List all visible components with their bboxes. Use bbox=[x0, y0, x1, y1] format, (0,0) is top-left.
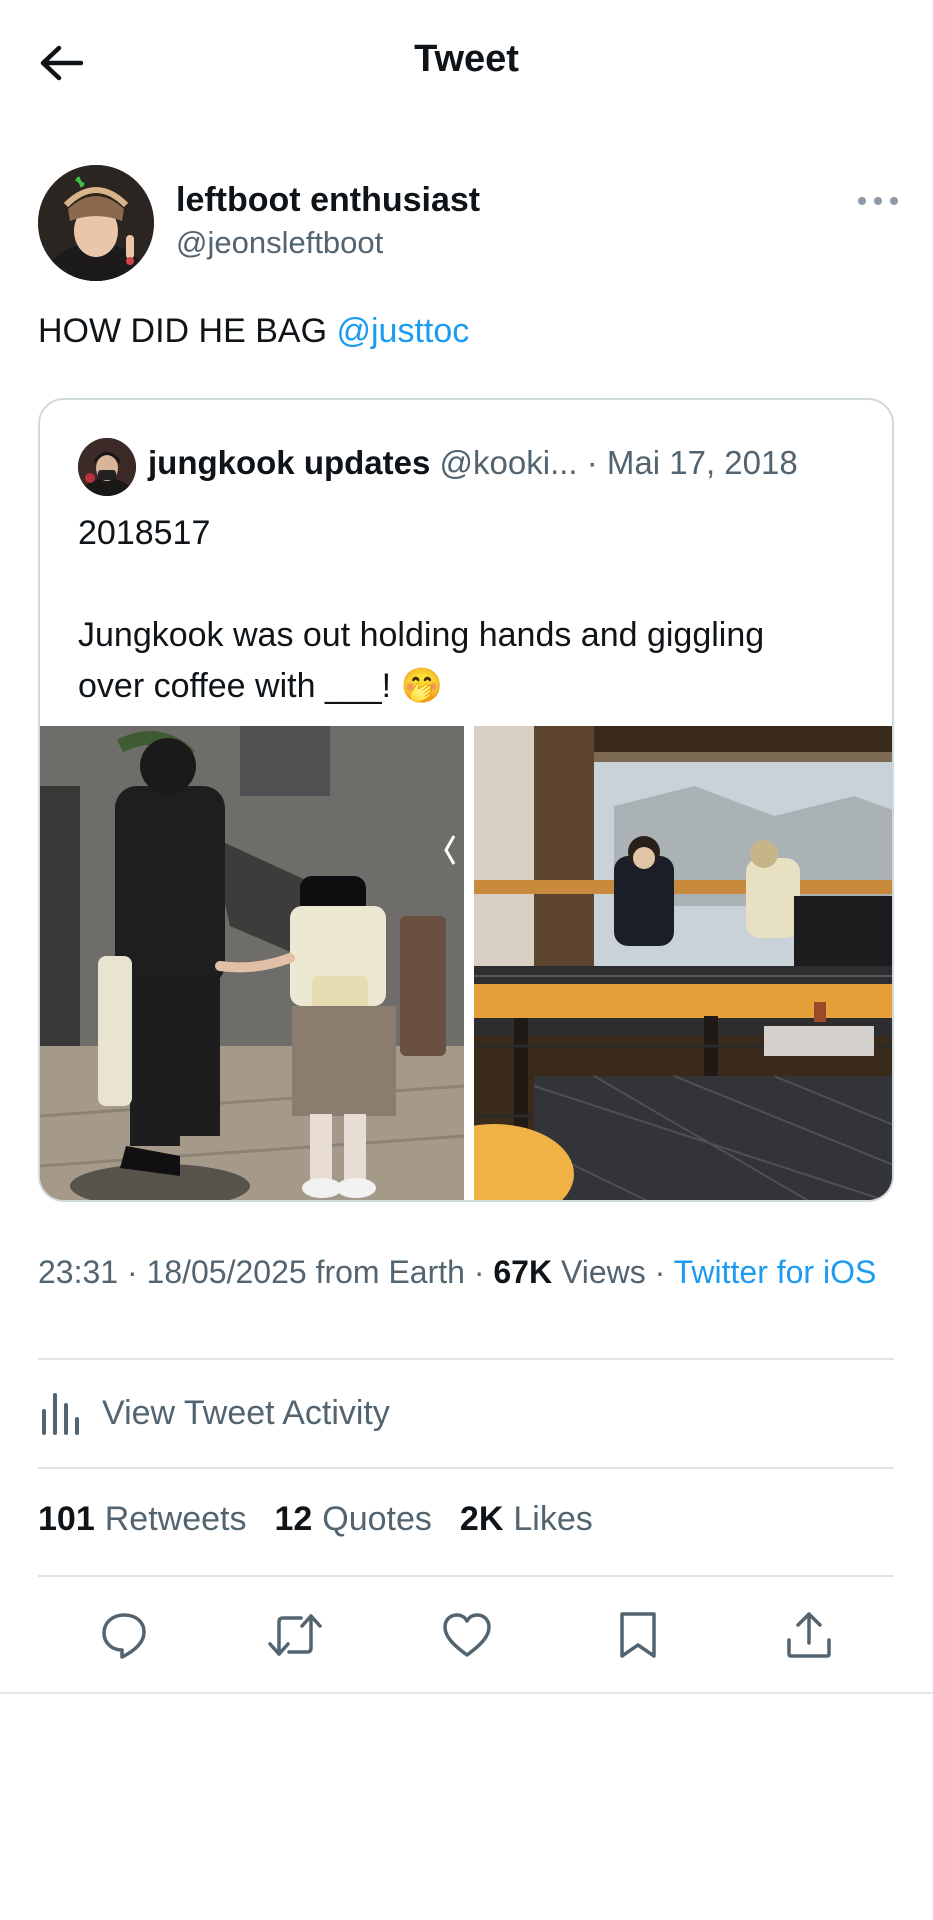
heart-icon bbox=[443, 1613, 491, 1657]
retweet-button[interactable] bbox=[265, 1605, 325, 1665]
tweet-text-body: HOW DID HE BAG bbox=[38, 312, 337, 350]
avatar-image bbox=[38, 165, 154, 281]
page-title: Tweet bbox=[414, 38, 519, 80]
like-button[interactable] bbox=[437, 1605, 497, 1665]
media-gap bbox=[464, 726, 474, 1200]
retweets-count: 101 bbox=[38, 1500, 95, 1538]
bar-chart-icon bbox=[42, 1393, 79, 1435]
reply-button[interactable] bbox=[94, 1605, 154, 1665]
share-icon bbox=[787, 1612, 831, 1658]
section-divider bbox=[0, 1692, 933, 1694]
more-dot-icon bbox=[874, 197, 882, 205]
quoted-tweet-card[interactable]: jungkook updates @kooki... · Mai 17, 201… bbox=[38, 398, 894, 1202]
retweets-stat[interactable]: 101 Retweets bbox=[38, 1500, 246, 1539]
quote-date: Mai 17, 2018 bbox=[606, 444, 798, 481]
tweet-meta: 23:31 · 18/05/2025 from Earth · 67K View… bbox=[38, 1252, 894, 1292]
likes-count: 2K bbox=[459, 1500, 504, 1538]
tweet-timestamp: 23:31 · 18/05/2025 from Earth · bbox=[38, 1254, 494, 1290]
divider bbox=[38, 1358, 894, 1360]
more-options-button[interactable] bbox=[858, 191, 898, 211]
quote-header: jungkook updates @kooki... · Mai 17, 201… bbox=[148, 444, 798, 482]
views-count: 67K bbox=[493, 1254, 553, 1290]
top-bar: Tweet bbox=[0, 0, 933, 130]
quotes-count: 12 bbox=[274, 1500, 313, 1538]
quote-author-handle: @kooki... bbox=[439, 444, 578, 481]
more-dot-icon bbox=[858, 197, 866, 205]
divider bbox=[38, 1467, 894, 1469]
retweets-label: Retweets bbox=[104, 1500, 247, 1538]
likes-stat[interactable]: 2K Likes bbox=[460, 1500, 593, 1539]
quote-text-line: 2018517 bbox=[78, 514, 211, 552]
quote-author-avatar bbox=[78, 438, 136, 496]
reply-icon bbox=[102, 1613, 146, 1659]
media-photo-street[interactable] bbox=[40, 726, 464, 1200]
quote-separator: · bbox=[577, 444, 607, 481]
quotes-stat[interactable]: 12 Quotes bbox=[274, 1500, 431, 1539]
quote-text-line: Jungkook was out holding hands and giggl… bbox=[78, 616, 765, 654]
engagement-stats: 101 Retweets 12 Quotes 2K Likes bbox=[38, 1500, 621, 1539]
source-link[interactable]: Twitter for iOS bbox=[674, 1254, 877, 1290]
share-button[interactable] bbox=[779, 1605, 839, 1665]
tweet-text: HOW DID HE BAG @justtoc bbox=[38, 312, 469, 351]
author-handle[interactable]: @jeonsleftboot bbox=[176, 225, 383, 261]
quote-media bbox=[40, 726, 892, 1200]
tweet-action-bar bbox=[0, 1605, 933, 1665]
author-avatar[interactable] bbox=[38, 165, 154, 281]
quote-text-blank bbox=[78, 559, 868, 610]
likes-label: Likes bbox=[513, 1500, 593, 1538]
cafe-photo bbox=[474, 726, 892, 1200]
view-tweet-activity-label: View Tweet Activity bbox=[102, 1393, 390, 1432]
tweet-author: leftboot enthusiast @jeonsleftboot bbox=[38, 165, 898, 285]
quote-avatar-image bbox=[78, 438, 136, 496]
views-label: Views · bbox=[552, 1254, 674, 1290]
bookmark-icon bbox=[620, 1612, 656, 1658]
bookmark-button[interactable] bbox=[608, 1605, 668, 1665]
mention-link[interactable]: @justtoc bbox=[336, 312, 469, 350]
more-dot-icon bbox=[890, 197, 898, 205]
street-photo bbox=[40, 726, 464, 1200]
media-photo-cafe[interactable] bbox=[474, 726, 892, 1200]
quote-text: 2018517 Jungkook was out holding hands a… bbox=[78, 508, 868, 712]
retweet-icon bbox=[268, 1614, 322, 1656]
quotes-label: Quotes bbox=[322, 1500, 432, 1538]
divider bbox=[38, 1575, 894, 1577]
view-tweet-activity[interactable]: View Tweet Activity bbox=[38, 1390, 390, 1436]
quote-author-name: jungkook updates bbox=[148, 444, 431, 481]
author-name[interactable]: leftboot enthusiast bbox=[176, 181, 480, 220]
quote-text-line: over coffee with ___! 🤭 bbox=[78, 667, 443, 705]
